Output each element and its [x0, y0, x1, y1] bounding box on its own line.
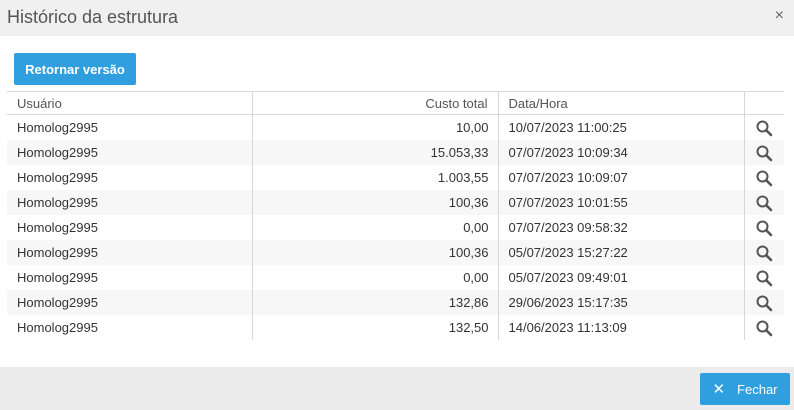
search-icon[interactable] — [755, 244, 773, 262]
table-row[interactable]: Homolog2995 100,36 07/07/2023 10:01:55 — [7, 190, 784, 215]
cell-user: Homolog2995 — [17, 120, 98, 135]
column-header-user[interactable]: Usuário — [7, 91, 252, 115]
table-row[interactable]: Homolog2995 0,00 07/07/2023 09:58:32 — [7, 215, 784, 240]
history-grid: Usuário Custo total Data/Hora Homolog299… — [7, 91, 784, 340]
cell-actions — [743, 190, 784, 215]
table-row[interactable]: Homolog2995 132,50 14/06/2023 11:13:09 — [7, 315, 784, 340]
search-icon[interactable] — [755, 319, 773, 337]
cell-total-cost: 10,00 — [251, 114, 498, 140]
cell-actions — [743, 240, 784, 265]
cell-total-cost: 100,36 — [251, 240, 498, 265]
search-icon[interactable] — [755, 119, 773, 137]
table-row[interactable]: Homolog2995 132,86 29/06/2023 15:17:35 — [7, 290, 784, 315]
cell-datetime: 05/07/2023 09:49:01 — [497, 265, 744, 290]
cell-actions — [743, 114, 784, 140]
cell-user: Homolog2995 — [17, 220, 98, 235]
cell-total-cost: 132,50 — [251, 315, 498, 340]
cell-user: Homolog2995 — [7, 290, 252, 315]
dialog-header: Histórico da estrutura × — [0, 0, 794, 36]
close-button-label: Fechar — [737, 381, 778, 397]
column-header-actions — [743, 91, 784, 115]
cell-datetime: 07/07/2023 10:09:07 — [497, 165, 744, 190]
table-row[interactable]: Homolog2995 10,00 10/07/2023 11:00:25 — [7, 114, 784, 140]
column-header-total-cost[interactable]: Custo total — [251, 91, 498, 115]
close-icon[interactable]: × — [775, 8, 784, 24]
search-icon[interactable] — [755, 219, 773, 237]
table-row[interactable]: Homolog2995 0,00 05/07/2023 09:49:01 — [7, 265, 784, 290]
cell-total-cost: 100,36 — [251, 190, 498, 215]
cell-datetime: 29/06/2023 15:17:35 — [497, 290, 744, 315]
cell-actions — [743, 315, 784, 340]
restore-version-button[interactable]: Retornar versão — [14, 53, 136, 85]
cell-datetime: 07/07/2023 10:09:34 — [497, 140, 744, 165]
search-icon[interactable] — [755, 269, 773, 287]
cell-user: Homolog2995 — [7, 190, 252, 215]
cell-actions — [743, 290, 784, 315]
table-row[interactable]: Homolog2995 15.053,33 07/07/2023 10:09:34 — [7, 140, 784, 165]
column-header-datetime[interactable]: Data/Hora — [497, 91, 744, 115]
cell-total-cost: 132,86 — [251, 290, 498, 315]
cell-user: Homolog2995 — [17, 170, 98, 185]
history-dialog: Histórico da estrutura × Retornar versão… — [0, 0, 794, 410]
cell-user: Homolog2995 — [7, 240, 252, 265]
search-icon[interactable] — [755, 194, 773, 212]
table-row[interactable]: Homolog2995 1.003,55 07/07/2023 10:09:07 — [7, 165, 784, 190]
dialog-footer — [0, 367, 794, 410]
cell-actions — [743, 140, 784, 165]
history-table: Usuário Custo total Data/Hora Homolog299… — [7, 91, 784, 340]
cell-datetime: 05/07/2023 15:27:22 — [497, 240, 744, 265]
dialog-title: Histórico da estrutura — [7, 7, 179, 27]
search-icon[interactable] — [755, 294, 773, 312]
close-icon: ✕ — [712, 381, 726, 398]
cell-actions — [743, 165, 784, 190]
cell-total-cost: 15.053,33 — [251, 140, 498, 165]
table-row[interactable]: Homolog2995 100,36 05/07/2023 15:27:22 — [7, 240, 784, 265]
cell-user: Homolog2995 — [7, 140, 252, 165]
cell-datetime: 07/07/2023 10:01:55 — [497, 190, 744, 215]
cell-user: Homolog2995 — [17, 320, 98, 335]
cell-total-cost: 0,00 — [251, 265, 498, 290]
cell-actions — [743, 215, 784, 240]
search-icon[interactable] — [755, 169, 773, 187]
cell-user: Homolog2995 — [17, 270, 98, 285]
cell-total-cost: 0,00 — [251, 215, 498, 240]
search-icon[interactable] — [755, 144, 773, 162]
table-header-row: Usuário Custo total Data/Hora — [7, 91, 784, 115]
cell-datetime: 10/07/2023 11:00:25 — [497, 114, 744, 140]
cell-datetime: 07/07/2023 09:58:32 — [497, 215, 744, 240]
cell-datetime: 14/06/2023 11:13:09 — [497, 315, 744, 340]
close-button[interactable]: ✕ Fechar — [700, 373, 790, 405]
cell-total-cost: 1.003,55 — [251, 165, 498, 190]
cell-actions — [743, 265, 784, 290]
